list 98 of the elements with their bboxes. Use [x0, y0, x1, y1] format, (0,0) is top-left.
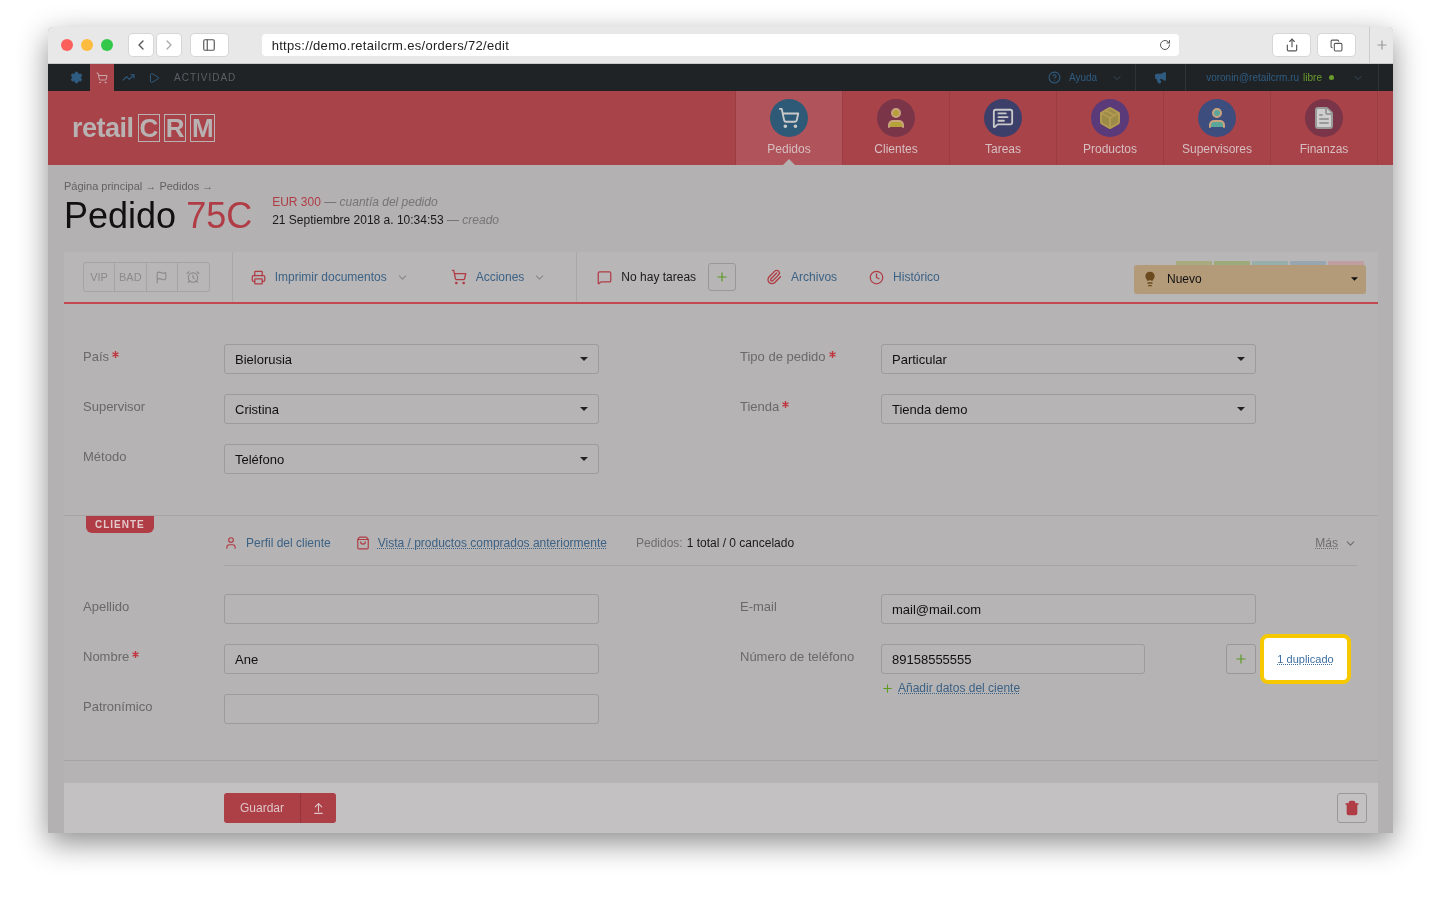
- cart-icon: [770, 99, 808, 137]
- status-select[interactable]: Nuevo: [1134, 264, 1366, 294]
- select-field[interactable]: Tienda demo: [881, 394, 1256, 424]
- created-date: 21 Septiembre 2018 a. 10:34:53 — creado: [272, 212, 499, 229]
- field-label: Número de teléfono: [740, 648, 855, 666]
- printer-icon: [250, 269, 266, 285]
- field-label: Apellido: [83, 598, 130, 616]
- select-field[interactable]: Teléfono: [224, 444, 599, 474]
- field-label: Método: [83, 448, 127, 466]
- help-icon[interactable]: [1047, 71, 1061, 84]
- nav-tab[interactable]: Tareas: [950, 91, 1057, 165]
- input-field[interactable]: mail@mail.com: [881, 594, 1256, 624]
- field-label: Nombre: [83, 644, 140, 674]
- person-icon: [1198, 99, 1236, 137]
- add-phone-button[interactable]: [1226, 644, 1256, 674]
- input-field[interactable]: [224, 694, 599, 724]
- phone-field[interactable]: 89158555555: [881, 644, 1145, 674]
- paperclip-icon: [766, 269, 783, 285]
- actions-menu[interactable]: Acciones: [450, 269, 547, 285]
- address-field[interactable]: https://demo.retailcrm.es/orders/72/edit: [261, 34, 1180, 56]
- caret-icon: [1351, 277, 1358, 281]
- share-icon: [1284, 38, 1299, 52]
- more-link[interactable]: Más: [1315, 536, 1357, 550]
- tabs-button[interactable]: [1318, 34, 1356, 56]
- section-tag: CLIENTE: [86, 516, 154, 533]
- person-icon: [877, 99, 915, 137]
- orders-summary: Pedidos: 1 total / 0 cancelado: [635, 536, 795, 550]
- chat-icon: [597, 269, 613, 285]
- plus-icon: [715, 270, 730, 284]
- duplicate-link[interactable]: 1 duplicado: [1260, 634, 1351, 684]
- order-amount: EUR 300 — cuantía del pedido: [272, 194, 439, 211]
- delete-button[interactable]: [1337, 793, 1367, 823]
- field-label: Tienda: [740, 394, 790, 424]
- nav-tab[interactable]: Productos: [1057, 91, 1164, 165]
- select-field[interactable]: Particular: [881, 344, 1256, 374]
- cart-icon[interactable]: [90, 64, 114, 91]
- share-button[interactable]: [1273, 34, 1311, 56]
- status-dot: [1329, 75, 1334, 80]
- input-field[interactable]: Ane: [224, 644, 599, 674]
- pointer-icon: [783, 159, 795, 165]
- chat-icon: [984, 99, 1022, 137]
- caret-icon: [580, 357, 588, 361]
- megaphone-icon[interactable]: [1154, 71, 1168, 84]
- tabs-icon: [1330, 38, 1344, 52]
- new-tab-icon[interactable]: [1374, 38, 1389, 52]
- reload-icon[interactable]: [1159, 39, 1172, 51]
- help-link[interactable]: Ayuda: [1068, 64, 1098, 91]
- field-label: Supervisor: [83, 398, 146, 416]
- nav-tab[interactable]: Pedidos: [736, 91, 843, 165]
- add-task-button[interactable]: [708, 263, 737, 291]
- sidebar-button[interactable]: [190, 34, 228, 56]
- print-menu[interactable]: Imprimir documentos: [250, 269, 409, 285]
- caret-icon: [1237, 407, 1245, 411]
- person-icon: [224, 536, 238, 550]
- plus-icon: [881, 681, 894, 695]
- upload-icon: [312, 801, 326, 815]
- page-title: Pedido 75C: [64, 196, 253, 236]
- select-field[interactable]: Bielorusia: [224, 344, 599, 374]
- alarm-clock-icon: [186, 270, 201, 284]
- lightbulb-icon: [1142, 271, 1158, 287]
- files-link[interactable]: Archivos: [766, 269, 838, 285]
- caret-icon: [580, 407, 588, 411]
- user-status: libre: [1303, 71, 1322, 85]
- field-label: Patronímico: [83, 698, 153, 716]
- input-field[interactable]: [224, 594, 599, 624]
- close-button[interactable]: [61, 39, 73, 51]
- logo[interactable]: retail C R M: [72, 112, 216, 144]
- nav-tab[interactable]: Supervisores: [1164, 91, 1271, 165]
- tasks-label: No hay tareas: [621, 270, 697, 284]
- add-client-data-link[interactable]: Añadir datos del ciente: [881, 681, 1021, 695]
- zoom-button[interactable]: [100, 39, 113, 51]
- trash-icon: [1344, 800, 1360, 816]
- field-label: E-mail: [740, 598, 777, 616]
- forward-button[interactable]: [156, 34, 181, 56]
- client-profile-link[interactable]: Perfil del cliente: [224, 536, 331, 550]
- breadcrumb[interactable]: Página principal → Pedidos →: [64, 180, 214, 192]
- document-icon: [1305, 99, 1343, 137]
- clock-icon: [869, 269, 885, 285]
- back-button[interactable]: [128, 34, 153, 56]
- flag-icon: [155, 270, 169, 284]
- select-field[interactable]: Cristina: [224, 394, 599, 424]
- plus-icon: [1234, 652, 1248, 666]
- minimize-button[interactable]: [80, 39, 93, 51]
- box-icon: [1091, 99, 1129, 137]
- cart-icon: [450, 269, 467, 285]
- field-label: Tipo de pedido: [740, 344, 836, 374]
- nav-tab[interactable]: Finanzas: [1271, 91, 1378, 165]
- caret-icon: [1237, 357, 1245, 361]
- bag-icon: [355, 536, 370, 550]
- save-button[interactable]: Guardar: [224, 793, 337, 823]
- sidebar-icon: [202, 38, 217, 52]
- history-link[interactable]: Histórico: [869, 269, 940, 285]
- field-label: País: [83, 344, 119, 374]
- activity-label[interactable]: ACTIVIDAD: [174, 64, 237, 91]
- nav-tab[interactable]: Clientes: [843, 91, 950, 165]
- purchase-history-link[interactable]: Vista / productos comprados anteriormente: [355, 536, 607, 550]
- caret-icon: [580, 457, 588, 461]
- user-email[interactable]: voronin@retailcrm.ru: [1206, 64, 1300, 91]
